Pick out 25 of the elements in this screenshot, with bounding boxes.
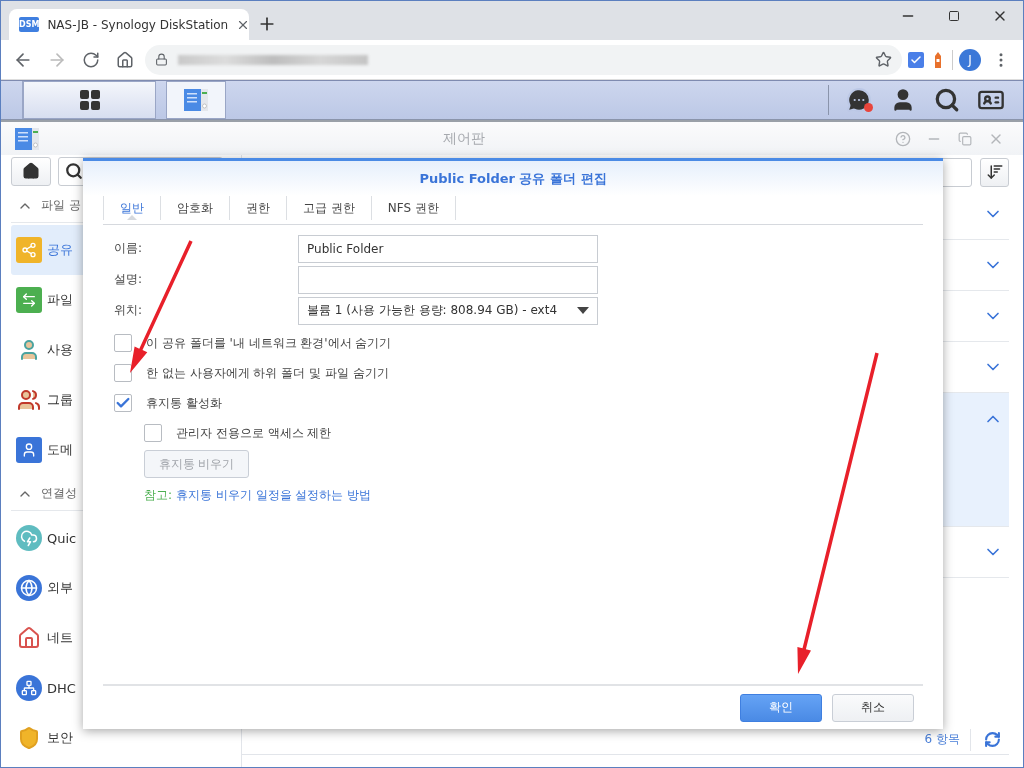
- sidebar-label: 사용: [47, 341, 73, 359]
- sidebar-label: Quic: [47, 530, 77, 546]
- sidebar-label: 외부: [47, 579, 73, 597]
- field-label: 설명:: [114, 271, 144, 288]
- checkbox-label: 한 없는 사용자에게 하위 폴더 및 파일 숨기기: [146, 364, 389, 382]
- note-text: 참고: 휴지통 비우기 일정을 설정하는 방법: [144, 487, 373, 504]
- item-count: 6 항목: [924, 731, 960, 748]
- sidebar-label: 네트: [47, 629, 73, 647]
- section-title: 파일 공: [41, 197, 81, 214]
- tab-title: NAS-JB - Synology DiskStation: [47, 17, 229, 32]
- sidebar-label: 파일: [47, 291, 73, 309]
- sidebar-label: 공유: [47, 241, 73, 259]
- window-title: 제어판: [442, 129, 486, 148]
- sidebar-label: 도메: [47, 441, 73, 459]
- dialog-title: Public Folder 공유 폴더 편집: [419, 169, 607, 188]
- sidebar-label: 그룹: [47, 391, 73, 409]
- section-title: 연결성: [41, 485, 77, 502]
- favicon: DSM: [19, 17, 40, 32]
- checkbox-label: 관리자 전용으로 액세스 제한: [176, 424, 332, 442]
- sidebar-label: DHC: [47, 680, 76, 696]
- sidebar-label: 보안: [47, 729, 73, 747]
- checkbox-label: 휴지통 활성화: [146, 394, 222, 412]
- field-label: 위치:: [114, 302, 144, 319]
- field-label: 이름:: [114, 240, 144, 257]
- checkbox-label: 이 공유 폴더를 '내 네트워크 환경'에서 숨기기: [146, 334, 392, 352]
